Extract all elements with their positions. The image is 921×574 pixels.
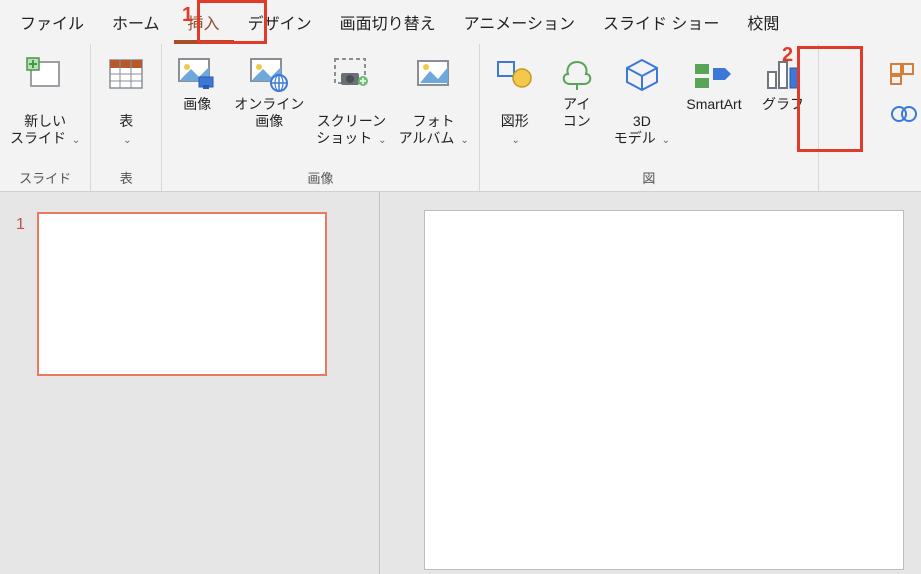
tab-file[interactable]: ファイル <box>6 0 98 44</box>
tab-bar: ファイル ホーム 挿入 デザイン 画面切り替え アニメーション スライド ショー… <box>0 0 921 44</box>
new-slide-button[interactable]: 新しい スライド ⌄ <box>6 50 84 151</box>
addins-icon[interactable] <box>889 62 917 86</box>
online-pictures-button[interactable]: オンライン 画像 <box>230 50 308 134</box>
workspace: 1 <box>0 192 921 574</box>
photo-album-button[interactable]: フォト アルバム ⌄ <box>395 50 473 151</box>
screenshot-icon <box>328 54 374 94</box>
tab-insert[interactable]: 挿入 <box>174 0 234 44</box>
pictures-label: 画像 <box>183 96 211 113</box>
group-tables: 表⌄ 表 <box>91 44 162 191</box>
tab-transitions[interactable]: 画面切り替え <box>326 0 450 44</box>
shapes-button[interactable]: 図形⌄ <box>486 50 544 151</box>
chart-button[interactable]: グラフ <box>754 50 812 117</box>
screenshot-label: スクリーン ショット ⌄ <box>316 96 386 147</box>
smartart-button[interactable]: SmartArt <box>678 50 750 117</box>
3d-models-button[interactable]: 3D モデル ⌄ <box>610 50 674 151</box>
group-images: 画像 オンライン 画像 <box>162 44 479 191</box>
tab-design[interactable]: デザイン <box>234 0 326 44</box>
link-icon[interactable] <box>889 102 917 126</box>
online-pictures-icon <box>246 54 292 94</box>
pictures-icon <box>174 54 220 94</box>
slide-editor-pane <box>380 192 921 574</box>
chart-label: グラフ <box>762 96 804 113</box>
pictures-button[interactable]: 画像 <box>168 50 226 117</box>
smartart-label: SmartArt <box>686 96 741 113</box>
chevron-down-icon: ⌄ <box>662 135 670 147</box>
tab-review[interactable]: 校閲 <box>733 0 793 44</box>
icons-label: アイ コン <box>563 96 591 130</box>
table-icon <box>103 54 149 94</box>
smartart-icon <box>691 54 737 94</box>
photo-album-icon <box>411 54 457 94</box>
table-label: 表⌄ <box>119 96 133 147</box>
ribbon: 新しい スライド ⌄ スライド <box>0 44 921 192</box>
shapes-label: 図形⌄ <box>501 96 529 147</box>
tab-animations[interactable]: アニメーション <box>450 0 589 44</box>
chart-icon <box>760 54 806 94</box>
photo-album-label: フォト アルバム ⌄ <box>399 96 469 147</box>
table-button[interactable]: 表⌄ <box>97 50 155 151</box>
group-slides: 新しい スライド ⌄ スライド <box>0 44 91 191</box>
chevron-down-icon: ⌄ <box>460 135 468 147</box>
screenshot-button[interactable]: スクリーン ショット ⌄ <box>312 50 390 151</box>
tab-slideshow[interactable]: スライド ショー <box>589 0 733 44</box>
tab-home[interactable]: ホーム <box>98 0 174 44</box>
new-slide-icon <box>22 54 68 94</box>
slide-canvas[interactable] <box>424 210 904 570</box>
slide-thumbnail-1[interactable] <box>37 212 327 376</box>
group-illustrations-label: 図 <box>486 164 812 189</box>
ribbon-overflow <box>885 52 921 172</box>
chevron-down-icon: ⌄ <box>378 135 386 147</box>
group-tables-label: 表 <box>97 164 155 189</box>
group-images-label: 画像 <box>168 164 472 189</box>
online-pictures-label: オンライン 画像 <box>234 96 304 130</box>
group-slides-label: スライド <box>6 164 84 189</box>
group-illustrations: 図形⌄ アイ コン <box>480 44 819 191</box>
icons-icon <box>554 54 600 94</box>
3d-models-label: 3D モデル ⌄ <box>614 96 670 147</box>
thumbnail-pane[interactable]: 1 <box>0 192 380 574</box>
shapes-icon <box>492 54 538 94</box>
thumbnail-number: 1 <box>16 216 25 234</box>
new-slide-label: 新しい スライド ⌄ <box>10 96 80 147</box>
chevron-down-icon: ⌄ <box>123 135 131 147</box>
chevron-down-icon: ⌄ <box>72 135 80 147</box>
chevron-down-icon: ⌄ <box>512 135 520 147</box>
cube-icon <box>619 54 665 94</box>
icons-button[interactable]: アイ コン <box>548 50 606 134</box>
